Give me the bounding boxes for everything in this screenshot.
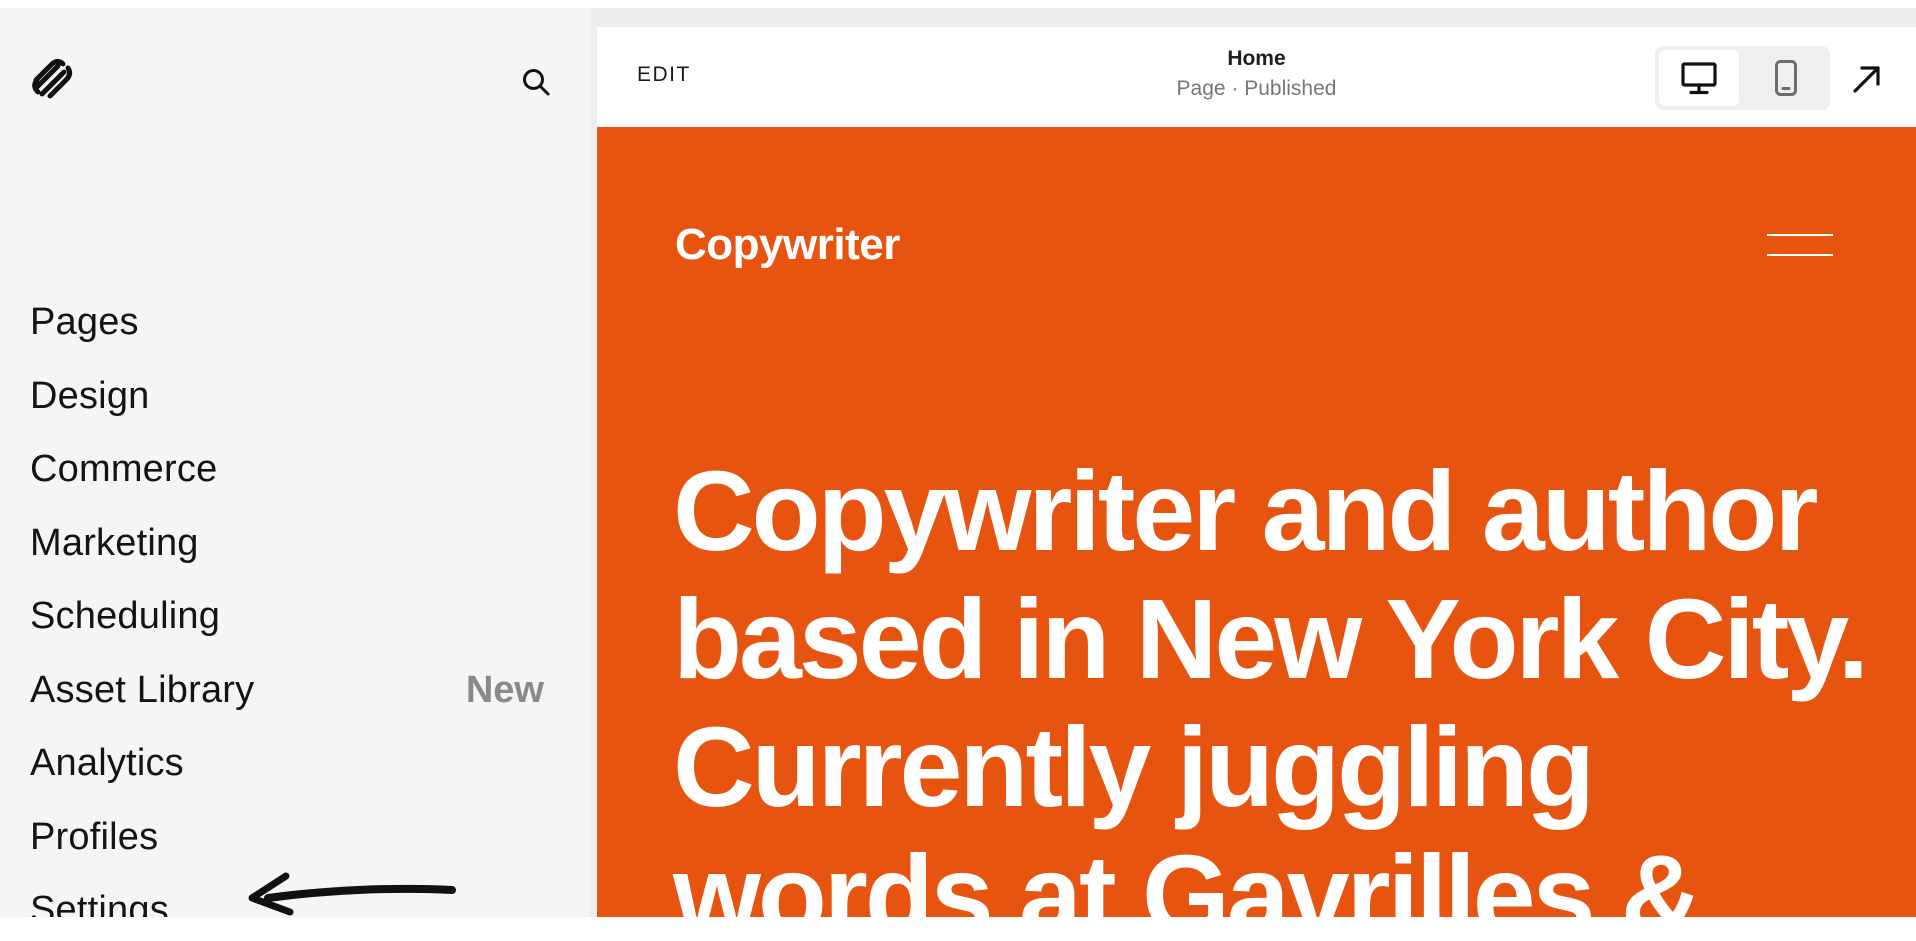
sidebar-item-commerce[interactable]: Commerce — [30, 433, 550, 507]
edit-button[interactable]: EDIT — [637, 63, 691, 87]
sidebar-item-label: Design — [30, 374, 150, 417]
sidebar-item-label: Commerce — [30, 448, 218, 491]
sidebar-item-profiles[interactable]: Profiles — [30, 801, 550, 875]
hamburger-line — [1767, 254, 1833, 256]
mobile-icon — [1775, 60, 1797, 96]
sidebar-item-label: Scheduling — [30, 595, 221, 638]
squarespace-logo-icon[interactable] — [28, 58, 82, 102]
sidebar: Pages Design Commerce Marketing Scheduli… — [0, 8, 590, 917]
annotation-arrow-icon — [248, 872, 456, 916]
sidebar-item-marketing[interactable]: Marketing — [30, 507, 550, 581]
sidebar-item-label: Pages — [30, 301, 139, 344]
sidebar-item-label: Asset Library — [30, 668, 255, 711]
sidebar-item-design[interactable]: Design — [30, 360, 550, 434]
app-frame: Pages Design Commerce Marketing Scheduli… — [0, 8, 1916, 917]
sidebar-item-pages[interactable]: Pages — [30, 286, 550, 360]
sidebar-item-label: Analytics — [30, 742, 184, 785]
desktop-icon — [1681, 62, 1717, 95]
site-title[interactable]: Copywriter — [675, 220, 900, 270]
sidebar-item-label: Settings — [30, 889, 169, 917]
editor-toolbar: EDIT Home Page · Published — [597, 27, 1916, 127]
hero-heading[interactable]: Copywriter and author based in New York … — [673, 447, 1903, 917]
mobile-view-button[interactable] — [1746, 50, 1826, 106]
hamburger-menu-icon[interactable] — [1767, 232, 1833, 258]
search-button[interactable] — [518, 64, 554, 100]
open-site-button[interactable] — [1847, 59, 1887, 99]
sidebar-item-scheduling[interactable]: Scheduling — [30, 580, 550, 654]
view-mode-toggle — [1655, 46, 1830, 110]
sidebar-item-label: Marketing — [30, 521, 199, 564]
search-icon — [523, 69, 550, 96]
hamburger-line — [1767, 234, 1833, 236]
sidebar-nav: Pages Design Commerce Marketing Scheduli… — [30, 286, 550, 917]
arrow-up-right-icon — [1853, 66, 1880, 93]
sidebar-item-asset-library[interactable]: Asset Library New — [30, 654, 550, 728]
page-editor: EDIT Home Page · Published Copywriter Co… — [597, 27, 1916, 917]
desktop-view-button[interactable] — [1659, 50, 1739, 106]
sidebar-item-analytics[interactable]: Analytics — [30, 727, 550, 801]
sidebar-item-label: Profiles — [30, 815, 159, 858]
new-badge: New — [465, 668, 544, 711]
